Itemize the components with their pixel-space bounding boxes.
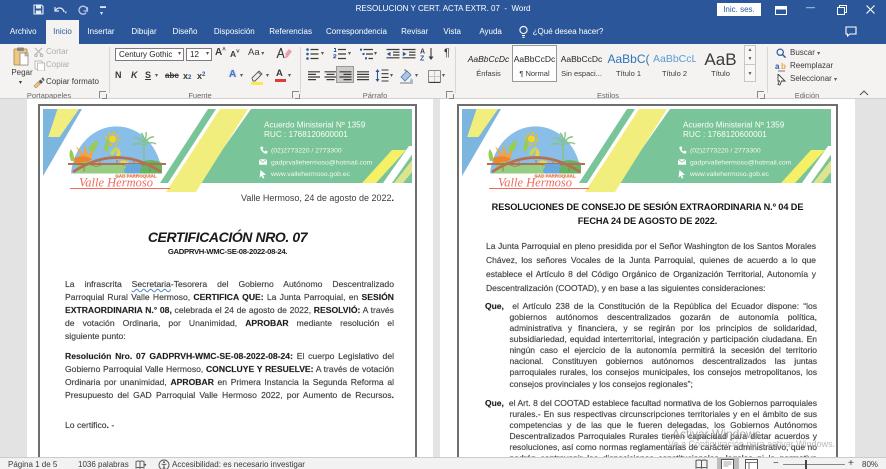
svg-text:gadprvallehermoso@hotmail.com: gadprvallehermoso@hotmail.com: [271, 159, 373, 166]
svg-text:Valle Hermoso: Valle Hermoso: [79, 176, 153, 190]
svg-text:www.vallehermoso.gob.ec: www.vallehermoso.gob.ec: [270, 171, 351, 178]
svg-text:Z: Z: [420, 56, 425, 62]
svg-text:Acuerdo Ministerial Nº 1359: Acuerdo Ministerial Nº 1359: [683, 121, 785, 130]
svg-text:gadprvallehermoso@hotmail.com: gadprvallehermoso@hotmail.com: [690, 159, 792, 166]
svg-text:RUC : 1768120600001: RUC : 1768120600001: [683, 130, 767, 139]
svg-text:www.vallehermoso.gob.ec: www.vallehermoso.gob.ec: [689, 171, 770, 178]
svg-text:RUC : 1768120600001: RUC : 1768120600001: [264, 130, 348, 139]
svg-text:b: b: [781, 62, 786, 71]
svg-text:(02)2773220 / 2773300: (02)2773220 / 2773300: [690, 147, 761, 154]
svg-text:Valle Hermoso: Valle Hermoso: [498, 176, 572, 190]
svg-text:A: A: [420, 49, 425, 56]
svg-text:(02)2773220 / 2773300: (02)2773220 / 2773300: [271, 147, 342, 154]
svg-text:Acuerdo Ministerial Nº 1359: Acuerdo Ministerial Nº 1359: [264, 121, 366, 130]
svg-text:a: a: [775, 62, 780, 71]
